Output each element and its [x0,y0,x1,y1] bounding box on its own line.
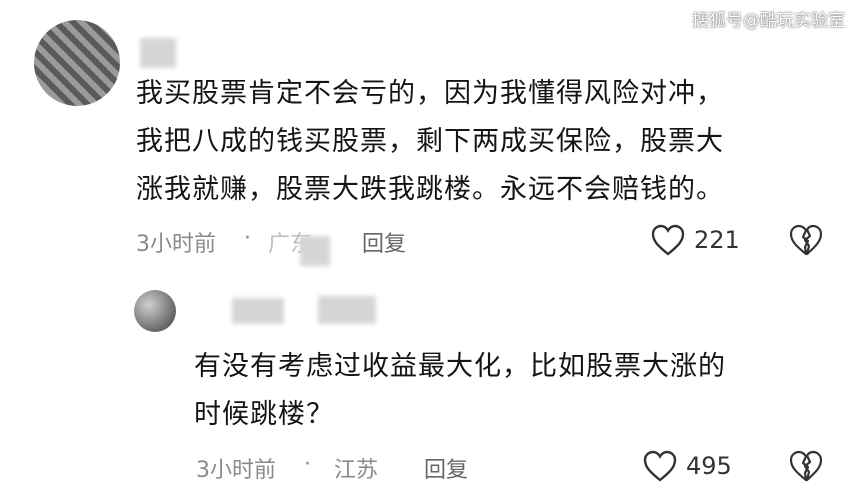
blur-patch [300,236,330,266]
comment-location: 江苏 [334,458,379,483]
heart-outline-icon[interactable] [642,449,678,483]
reply-button[interactable]: 回复 [362,226,406,258]
comment-text: 我买股票肯定不会亏的，因为我懂得风险对冲， 我把八成的钱买股票，剩下两成买保险，… [136,70,836,214]
username-blurred [318,296,376,324]
username-blurred [140,38,176,68]
dot-separator: · [304,452,311,477]
comment-line: 时候跳楼？ [194,399,334,430]
comment-line: 我把八成的钱买股票，剩下两成买保险，股票大 [136,126,724,157]
avatar[interactable] [34,20,120,106]
avatar[interactable] [134,290,176,332]
watermark: 搜狐号@酷玩实验室 [692,11,845,31]
reply-button[interactable]: 回复 [424,452,468,484]
like-count: 221 [694,226,740,254]
comment-time: 3小时前 [136,232,216,257]
comment-line: 有没有考虑过收益最大化，比如股票大涨的 [194,351,726,382]
heart-outline-icon[interactable] [650,223,686,257]
like-count: 495 [686,452,732,480]
broken-heart-icon[interactable] [788,449,824,483]
dot-separator: · [244,226,251,251]
comment-line: 我买股票肯定不会亏的，因为我懂得风险对冲， [136,78,724,109]
comment-line: 涨我就赚，股票大跌我跳楼。永远不会赔钱的。 [136,174,724,205]
username-blurred [232,298,284,324]
comment-time: 3小时前 [196,458,276,483]
broken-heart-icon[interactable] [788,223,824,257]
comment-text: 有没有考虑过收益最大化，比如股票大涨的 时候跳楼？ [194,343,844,439]
